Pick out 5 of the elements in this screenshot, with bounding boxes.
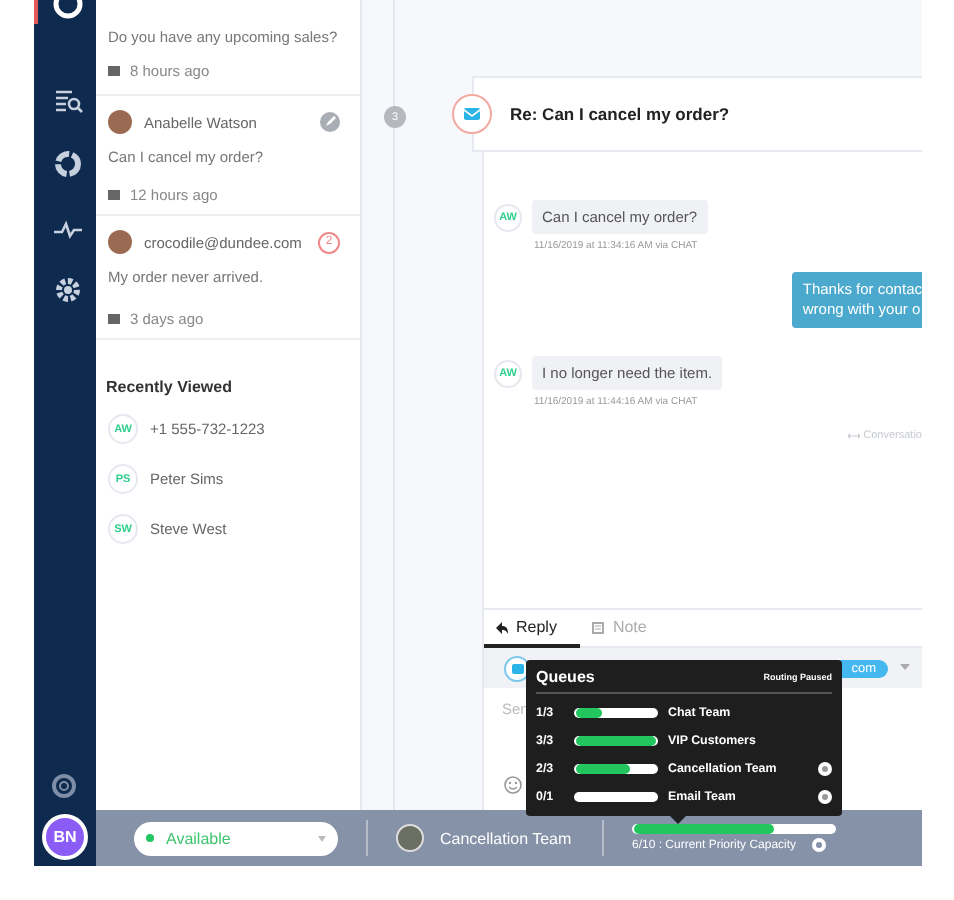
popover-title: Queues [536, 668, 595, 686]
status-label: Available [166, 829, 231, 847]
conversation-subject: Re: Can I cancel my order? [510, 104, 730, 124]
section-title: Recently Viewed [106, 378, 234, 396]
team-name: Cancellation Team [440, 829, 574, 847]
